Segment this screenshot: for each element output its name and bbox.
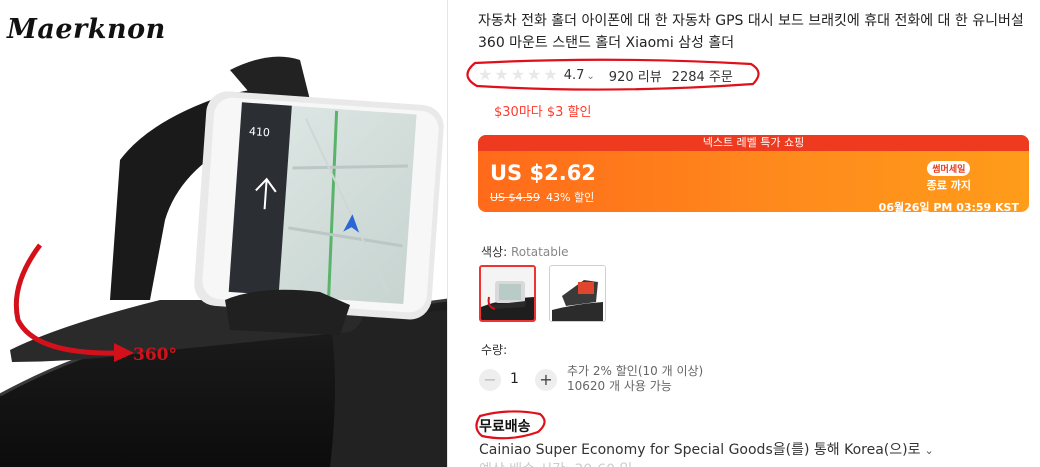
quantity-label: 수량: (481, 343, 508, 357)
product-image[interactable]: 410 360° Maerknon (0, 0, 448, 467)
svg-text:360°: 360° (133, 345, 177, 365)
order-count: 2284 주문 (671, 69, 733, 85)
car-mount-photo: 410 360° (0, 0, 447, 467)
star-icon: ★ (510, 65, 526, 84)
rating-value: 4.7 (563, 67, 585, 83)
sale-end-date: 06월26일 PM 03:59 KST (878, 201, 1019, 212)
color-label: 색상: Rotatable (481, 245, 569, 259)
chevron-down-icon: ⌄ (586, 70, 595, 82)
free-shipping-label: 무료배송 (479, 419, 531, 435)
delivery-estimate: 예상 배송 시간: 30-60 일 (479, 459, 632, 467)
star-icon: ★ (478, 65, 493, 84)
review-count-link[interactable]: 920 리뷰 (609, 66, 662, 85)
star-icon: ★ (527, 65, 542, 84)
coupon-offer[interactable]: $30마다 $3 할인 (494, 101, 591, 120)
star-icon: ★ (494, 65, 509, 84)
deal-banner: 넥스트 레벨 특가 쇼핑 US $2.62 US $4.59 43% 할인 썸머세… (478, 135, 1029, 212)
brand-logo: Maerknon (7, 14, 166, 45)
rating-row: ★ ★ ★ ★ ★ 4.7 ⌄ 920 리뷰 2284 주문 (478, 64, 733, 86)
star-rating: ★ ★ ★ ★ ★ (478, 67, 558, 83)
variant-thumbnail-image (481, 267, 534, 320)
price-compare: US $4.59 43% 할인 (490, 189, 594, 205)
deal-banner-title: 넥스트 레벨 특가 쇼핑 (478, 135, 1029, 151)
sale-countdown: 썸머세일 종료 까지 06월26일 PM 03:59 KST (879, 157, 1019, 212)
product-title: 자동차 전화 홀더 아이폰에 대 한 자동차 GPS 대시 보드 브래킷에 휴대… (478, 13, 1024, 51)
star-icon: ★ (543, 65, 558, 84)
color-option-2[interactable] (549, 265, 606, 322)
bulk-discount-note: 추가 2% 할인(10 개 이상) (567, 364, 704, 378)
shipping-method-text: Cainiao Super Economy for Special Goods을… (479, 442, 921, 458)
svg-text:410: 410 (249, 125, 271, 139)
selected-color-value: Rotatable (510, 245, 569, 259)
sale-badge: 썸머세일 (927, 161, 971, 176)
stock-available: 10620 개 사용 가능 (567, 379, 672, 393)
quantity-decrease-button[interactable]: − (479, 369, 501, 391)
chevron-down-icon: ⌄ (924, 444, 934, 457)
quantity-input[interactable]: 1 (510, 371, 519, 387)
quantity-note: 추가 2% 할인(10 개 이상) 10620 개 사용 가능 (567, 364, 703, 394)
rating-value-dropdown[interactable]: 4.7 ⌄ (564, 68, 595, 83)
discount-percent: 43% 할인 (546, 191, 595, 204)
color-option-rotatable[interactable] (479, 265, 536, 322)
current-price: US $2.62 (490, 161, 596, 185)
quantity-increase-button[interactable]: + (535, 369, 557, 391)
shipping-method-selector[interactable]: Cainiao Super Economy for Special Goods을… (479, 439, 934, 459)
original-price: US $4.59 (490, 191, 541, 204)
variant-thumbnail-image (550, 266, 605, 321)
sale-ends-label: 종료 까지 (926, 179, 971, 192)
